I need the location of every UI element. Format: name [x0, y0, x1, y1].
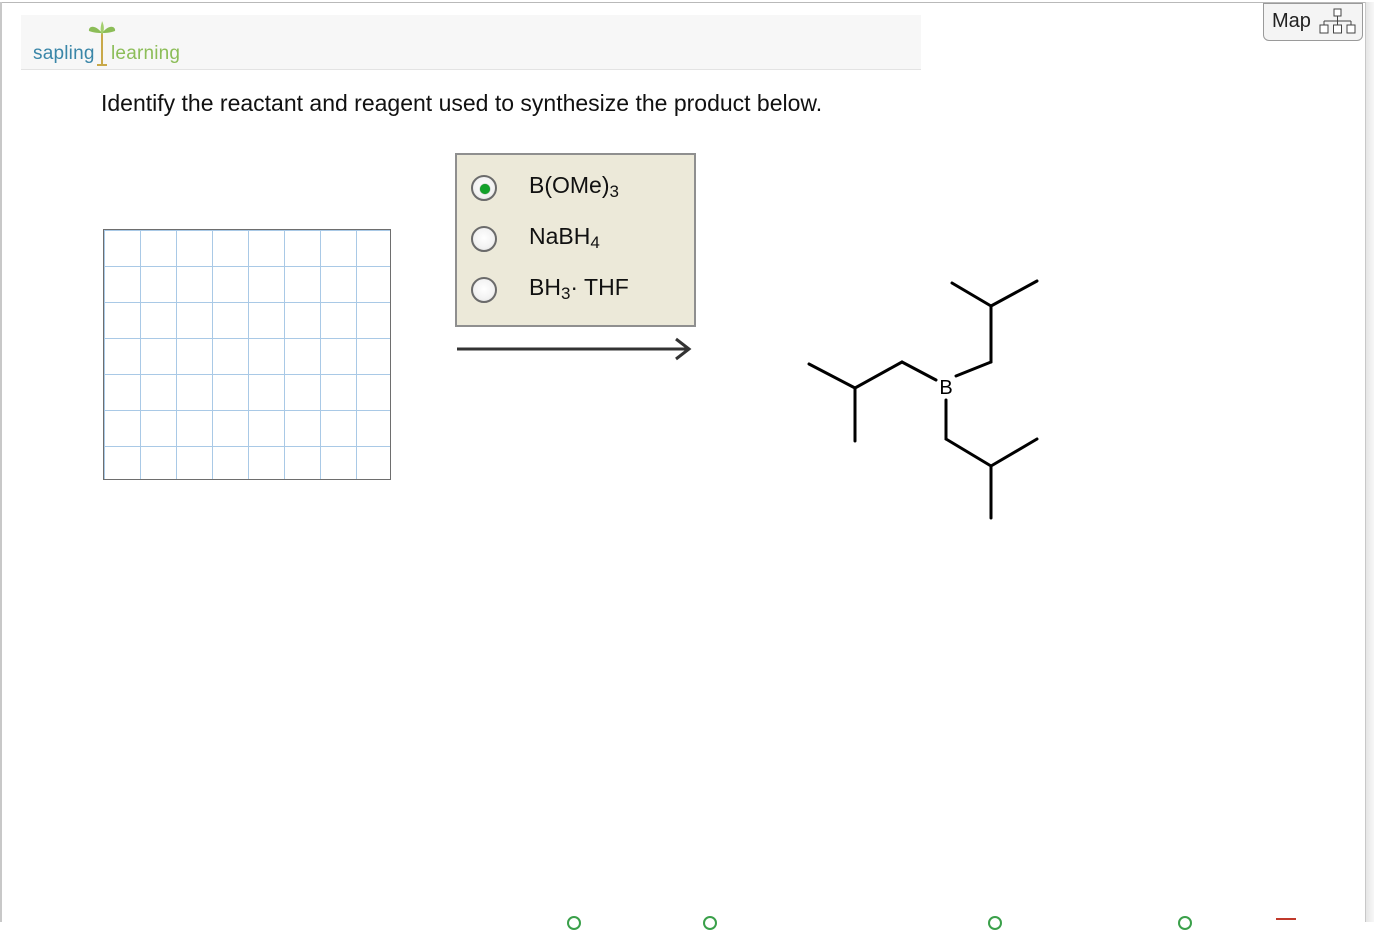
product-structure: B [807, 279, 1039, 520]
reagent-option-nabh4[interactable]: NaBH4 [457, 214, 694, 262]
bottom-toolbar-button[interactable] [988, 916, 1002, 930]
bottom-toolbar-button[interactable] [1178, 916, 1192, 930]
question-text: Identify the reactant and reagent used t… [101, 90, 823, 116]
map-label: Map [1272, 10, 1311, 32]
reagent-options-panel: B(OMe)3 NaBH4 BH3· THF [455, 153, 696, 327]
bottom-toolbar-button[interactable] [567, 916, 581, 930]
map-button[interactable]: Map [1263, 3, 1363, 41]
radio-button[interactable] [471, 277, 497, 303]
bottom-toolbar-button[interactable] [1276, 918, 1296, 928]
reaction-arrow [457, 337, 692, 361]
window-top-border [0, 2, 1374, 3]
sitemap-icon [1319, 8, 1356, 34]
reactant-drawing-canvas[interactable] [103, 229, 391, 480]
bottom-toolbar [0, 914, 1374, 930]
reagent-option-b-ome-3[interactable]: B(OMe)3 [457, 163, 694, 211]
header-bar: sapling learning [21, 15, 921, 70]
logo-text-learning: learning [111, 43, 181, 64]
radio-button[interactable] [471, 226, 497, 252]
bottom-toolbar-button[interactable] [703, 916, 717, 930]
radio-selected-dot [480, 184, 490, 194]
sapling-learning-logo: sapling learning [33, 19, 193, 66]
logo-text-sapling: sapling [33, 43, 95, 64]
scrollbar-gutter [1366, 2, 1374, 922]
reagent-option-bh3-thf[interactable]: BH3· THF [457, 265, 694, 313]
boron-atom-label: B [939, 377, 952, 399]
option-label: B(OMe)3 [529, 172, 619, 201]
window-left-border [0, 2, 2, 922]
radio-button-selected[interactable] [471, 175, 497, 201]
option-label: BH3· THF [529, 274, 629, 303]
option-label: NaBH4 [529, 223, 600, 252]
